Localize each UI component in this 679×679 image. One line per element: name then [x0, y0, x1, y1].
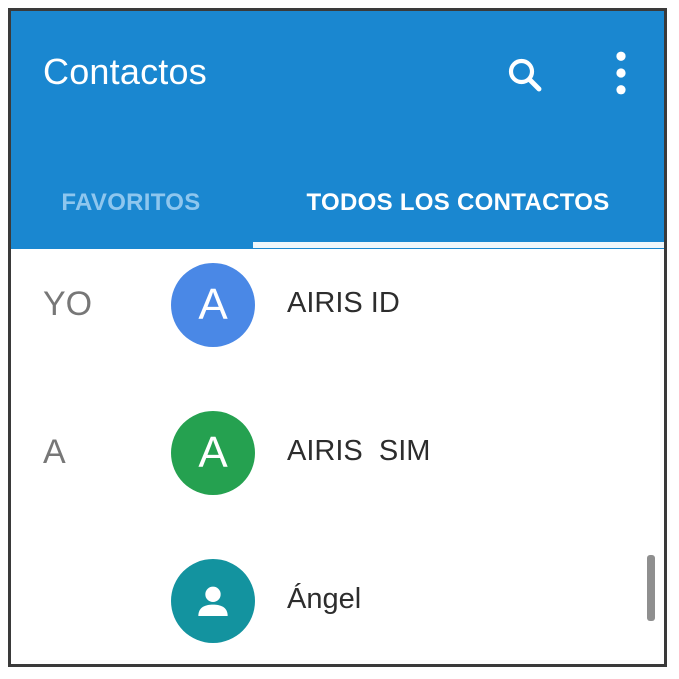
- contact-name: AIRIS ID: [287, 287, 400, 319]
- app-bar: Contactos FAVORITOS TODOS LOS CONTACTOS: [11, 11, 664, 249]
- avatar: [171, 559, 255, 643]
- person-icon: [198, 586, 228, 616]
- contact-name: AIRIS SIM: [287, 435, 431, 467]
- avatar-initial: A: [198, 280, 228, 329]
- contact-name: Ángel: [287, 583, 362, 615]
- avatar-initial: A: [198, 428, 228, 477]
- avatar: A: [171, 263, 255, 347]
- contact-row-airis-sim[interactable]: A A AIRIS SIM: [11, 397, 664, 537]
- section-header: YO: [43, 285, 93, 323]
- search-icon: [508, 58, 542, 92]
- more-options-button[interactable]: [599, 43, 643, 103]
- tab-favoritos[interactable]: FAVORITOS: [11, 159, 251, 247]
- avatar: A: [171, 411, 255, 495]
- tab-todos-los-contactos[interactable]: TODOS LOS CONTACTOS: [253, 159, 663, 247]
- contact-row-angel[interactable]: Ángel: [11, 545, 664, 664]
- selected-tab-indicator: [253, 242, 664, 248]
- contacts-screen: Contactos FAVORITOS TODOS LOS CONTACTOS …: [8, 8, 667, 667]
- section-header: A: [43, 433, 66, 471]
- page-title: Contactos: [43, 51, 207, 92]
- contact-row-airis-id[interactable]: YO A AIRIS ID: [11, 249, 664, 389]
- contacts-list: YO A AIRIS ID A A AIRIS SIM Ángel: [11, 249, 664, 664]
- more-vert-icon: [616, 51, 626, 95]
- search-button[interactable]: [499, 49, 551, 101]
- scrollbar-thumb[interactable]: [647, 555, 655, 621]
